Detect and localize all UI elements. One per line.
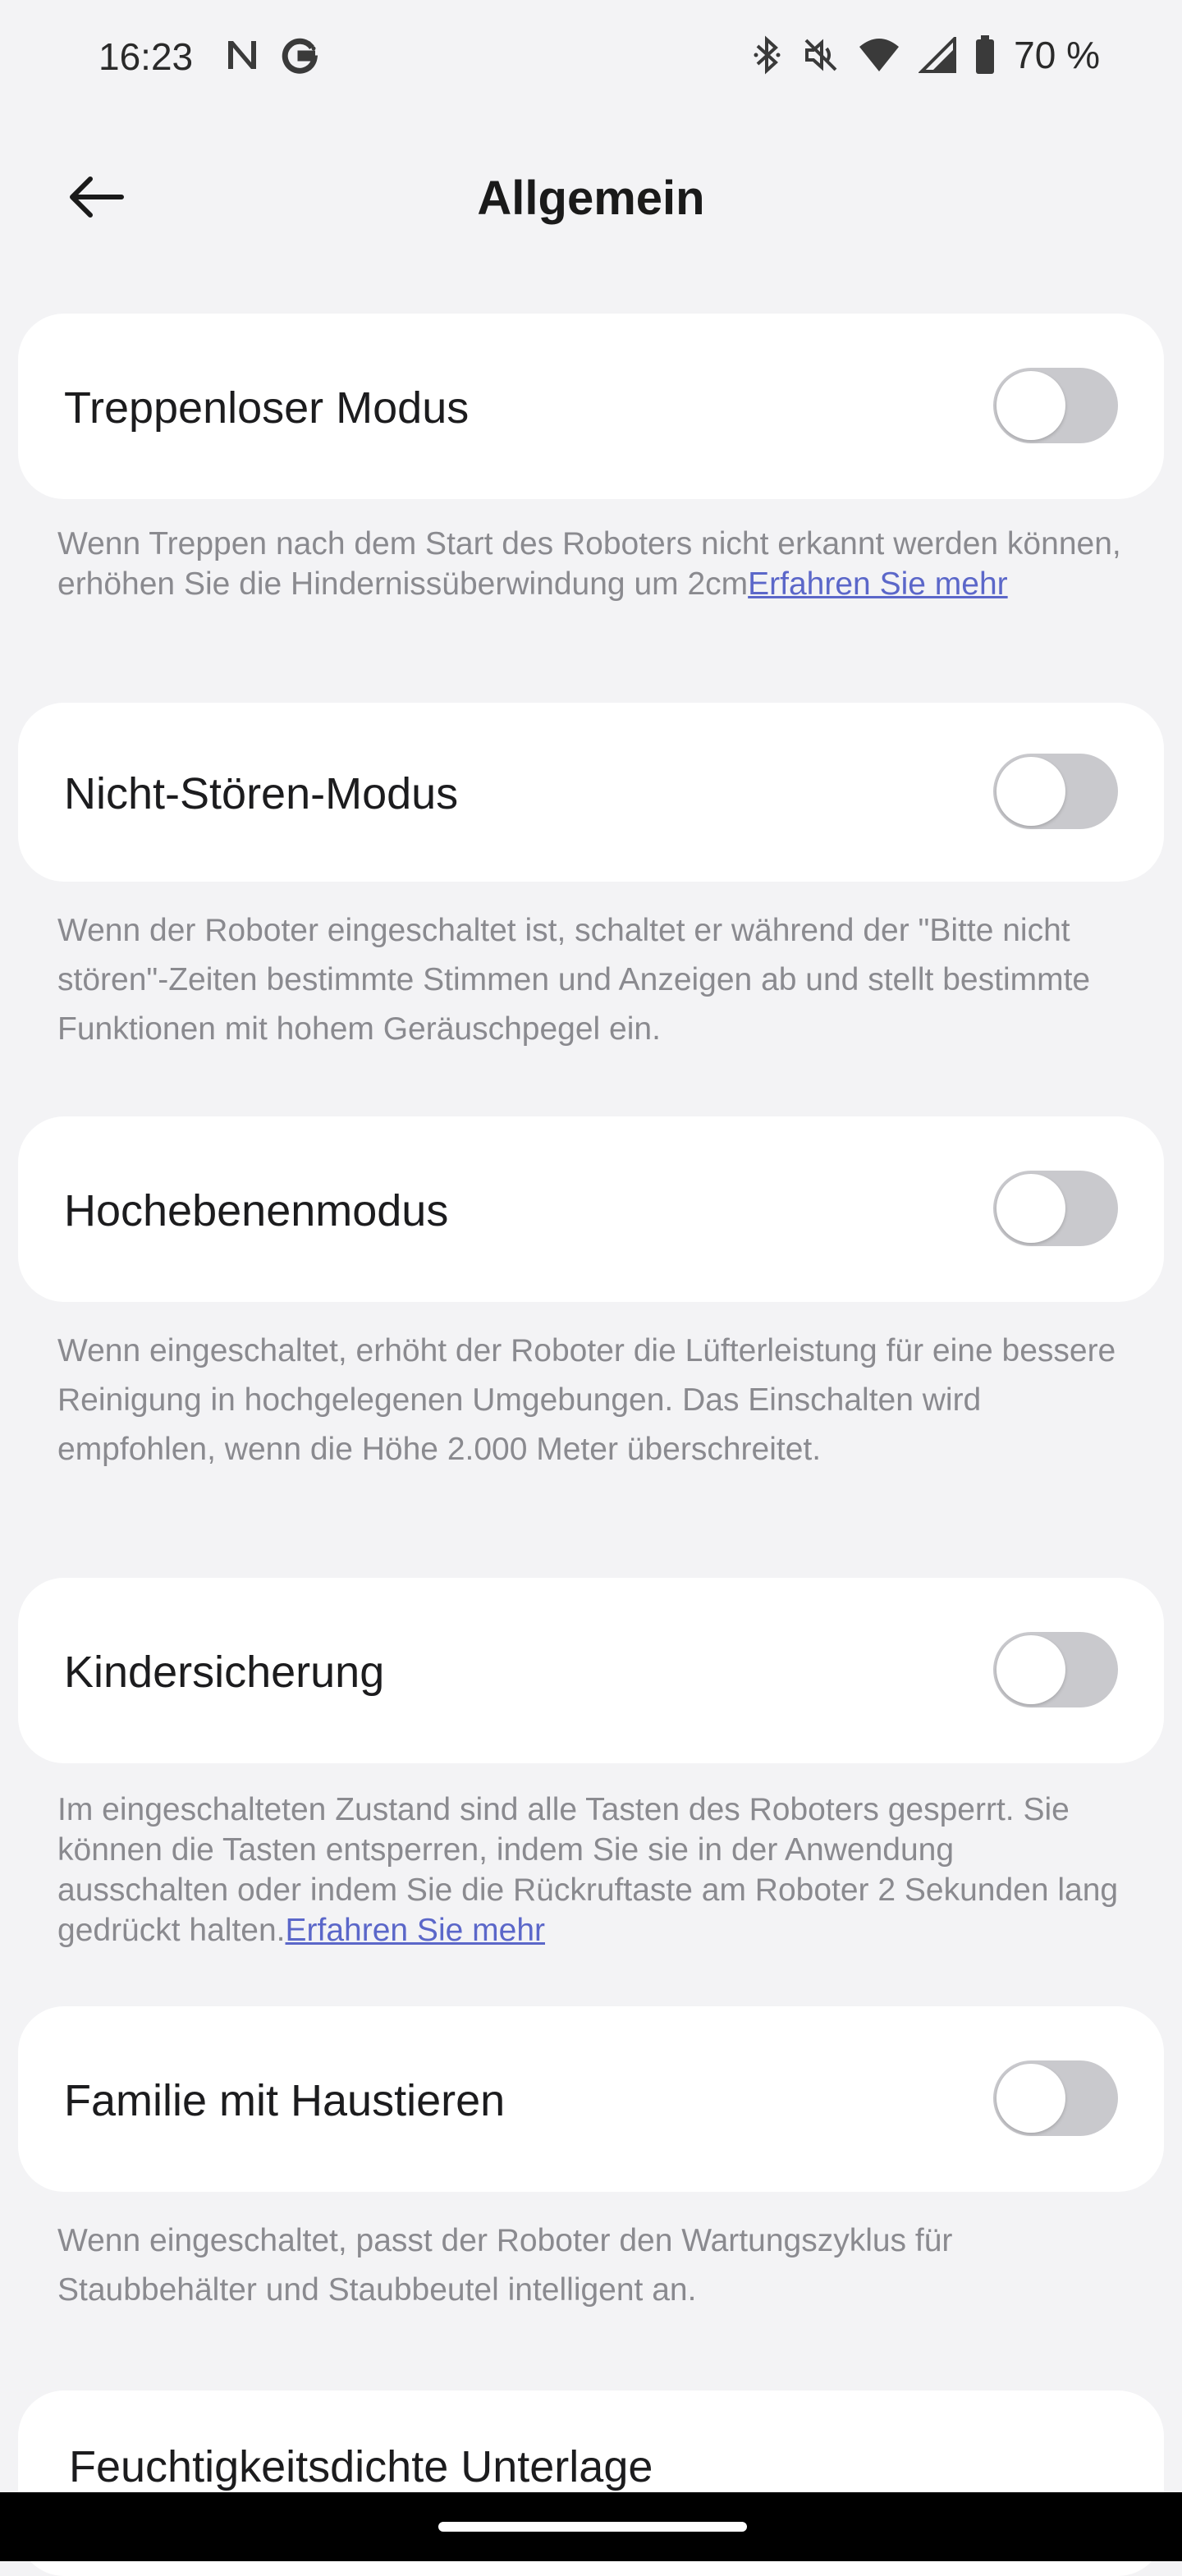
setting-label: Nicht-Stören-Modus xyxy=(64,769,459,818)
bluetooth-icon xyxy=(751,34,784,76)
setting-label: Kindersicherung xyxy=(64,1648,385,1697)
status-bar: 16:23 70 % xyxy=(0,0,1182,123)
wifi-icon xyxy=(858,37,900,73)
toggle-knob xyxy=(996,371,1065,440)
n-icon xyxy=(223,36,261,81)
page-title: Allgemein xyxy=(477,172,705,225)
stairless-mode-toggle[interactable] xyxy=(993,368,1118,443)
g-icon xyxy=(279,36,320,81)
navigation-bar xyxy=(0,2492,1182,2561)
mute-icon xyxy=(802,36,840,74)
toggle-knob xyxy=(996,1174,1065,1243)
setting-description: Wenn Treppen nach dem Start des Roboters… xyxy=(57,526,1121,602)
setting-label: Hochebenenmodus xyxy=(64,1186,449,1235)
battery-icon xyxy=(974,35,996,75)
pet-family-toggle[interactable] xyxy=(993,2060,1118,2136)
learn-more-link[interactable]: Erfahren Sie mehr xyxy=(748,566,1007,602)
setting-description: Wenn eingeschaltet, passt der Roboter de… xyxy=(57,2223,953,2308)
learn-more-link[interactable]: Erfahren Sie mehr xyxy=(286,1913,545,1948)
setting-card-do-not-disturb: Nicht-Stören-Modus xyxy=(18,703,1164,882)
status-time: 16:23 xyxy=(98,35,194,78)
high-altitude-mode-toggle[interactable] xyxy=(993,1171,1118,1246)
setting-label: Feuchtigkeitsdichte Unterlage xyxy=(69,2442,653,2491)
setting-card-stairless-mode: Treppenloser Modus xyxy=(18,314,1164,499)
home-gesture-handle[interactable] xyxy=(438,2522,747,2532)
toggle-knob xyxy=(996,2064,1065,2133)
child-lock-toggle[interactable] xyxy=(993,1632,1118,1707)
setting-card-pet-family: Familie mit Haustieren xyxy=(18,2006,1164,2192)
setting-label: Familie mit Haustieren xyxy=(64,2076,506,2125)
setting-description: Wenn der Roboter eingeschaltet ist, scha… xyxy=(57,913,1091,1047)
toggle-knob xyxy=(996,757,1065,826)
setting-label: Treppenloser Modus xyxy=(64,383,470,433)
setting-description: Im eingeschalteten Zustand sind alle Tas… xyxy=(57,1792,1119,1948)
battery-percentage: 70 % xyxy=(1014,34,1100,76)
setting-description: Wenn eingeschaltet, erhöht der Roboter d… xyxy=(57,1333,1116,1467)
app-header: Allgemein xyxy=(0,148,1182,246)
do-not-disturb-toggle[interactable] xyxy=(993,754,1118,829)
setting-card-child-lock: Kindersicherung xyxy=(18,1578,1164,1763)
setting-card-high-altitude-mode: Hochebenenmodus xyxy=(18,1116,1164,1302)
signal-icon xyxy=(919,37,957,73)
toggle-knob xyxy=(996,1635,1065,1704)
